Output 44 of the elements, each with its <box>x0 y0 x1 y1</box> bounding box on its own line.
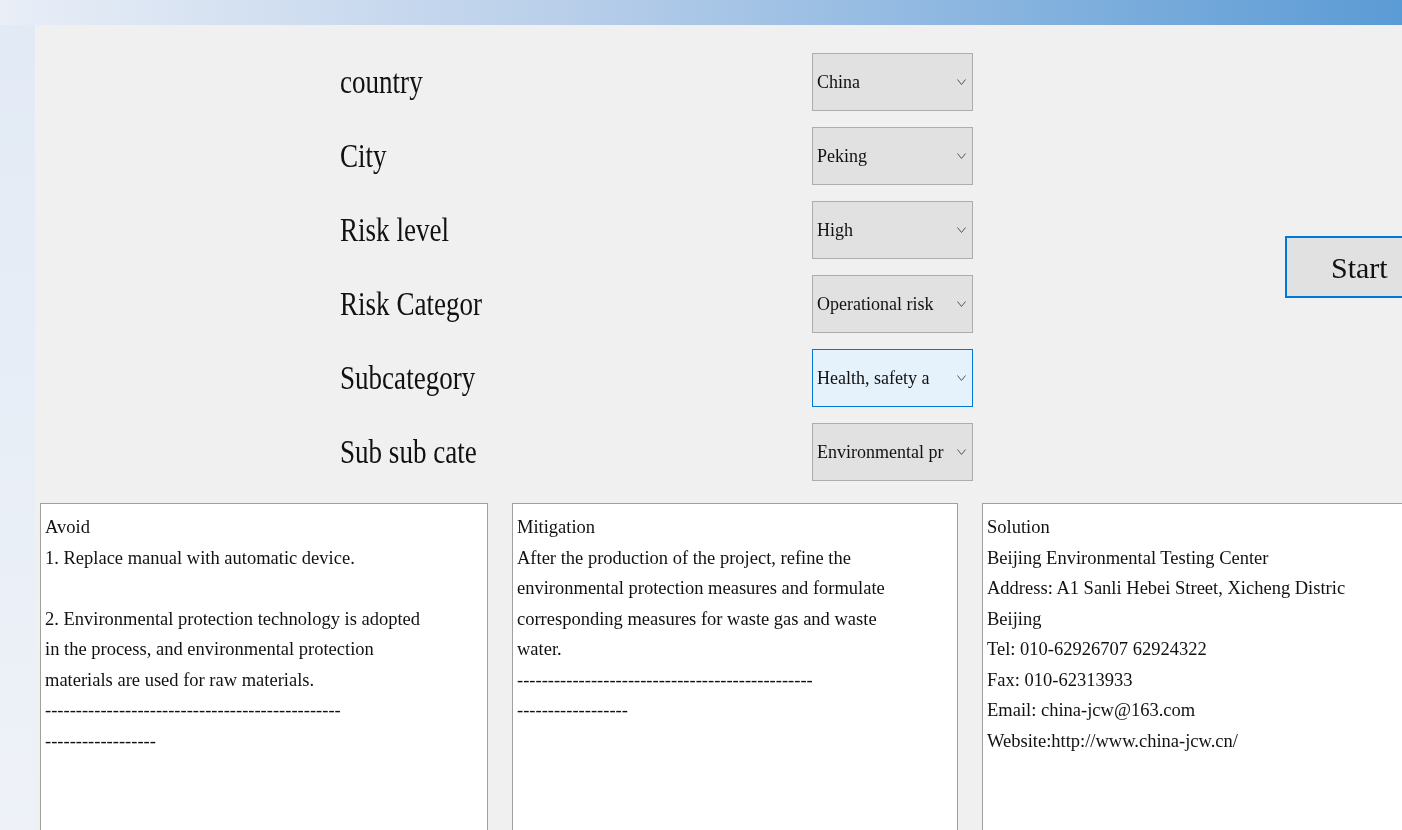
chevron-down-icon <box>957 227 966 233</box>
text-line: ------------------------------------------------ <box>517 668 813 692</box>
text-line: After the production of the project, refine the <box>517 546 851 570</box>
text-line: 1. Replace manual with automatic device. <box>45 546 355 570</box>
field-label: City <box>340 137 388 176</box>
text-area[interactable] <box>982 503 1402 830</box>
text-line: Mitigation <box>517 516 596 539</box>
text-line: in the process, and environmental protection <box>45 638 374 661</box>
dropdown[interactable]: Health, safety a <box>812 349 973 407</box>
dropdown[interactable]: High <box>812 201 973 259</box>
start-button[interactable]: Start <box>1285 236 1402 298</box>
text-line: Avoid <box>45 516 90 539</box>
text-line: materials are used for raw materials. <box>45 668 315 692</box>
dropdown[interactable]: Peking <box>812 127 973 185</box>
field-label: Sub sub cate <box>340 433 478 472</box>
dropdown[interactable]: Operational risk <box>812 275 973 333</box>
text-area[interactable] <box>40 503 488 830</box>
chevron-down-icon <box>957 449 966 455</box>
text-line: Email: china-jcw@163.com <box>987 699 1196 722</box>
text-line: ------------------------------------------------ <box>45 699 341 722</box>
text-line: ------------------ <box>517 699 628 722</box>
text-line: Tel: 010-62926707 62924322 <box>987 638 1207 661</box>
text-line: Beijing Environmental Testing Center <box>987 546 1269 570</box>
field-label: Risk Categor <box>340 285 484 324</box>
text-line: Address: A1 Sanli Hebei Street, Xicheng Distric <box>987 577 1346 600</box>
text-line: 2. Environmental protection technology is adopted <box>45 607 421 631</box>
text-line: environmental protection measures and formulate <box>517 577 885 600</box>
chevron-down-icon <box>957 375 966 381</box>
field-label: Risk level <box>340 211 450 250</box>
text-line: water. <box>517 638 562 661</box>
chevron-down-icon <box>957 153 966 159</box>
text-area[interactable] <box>512 503 958 830</box>
text-line: Beijing <box>987 607 1042 631</box>
text-line: corresponding measures for waste gas and waste <box>517 607 877 631</box>
dropdown[interactable]: China <box>812 53 973 111</box>
field-label: country <box>340 63 424 102</box>
text-line: Website:http://www.china-jcw.cn/ <box>987 729 1238 753</box>
text-line: Fax: 010-62313933 <box>987 668 1133 692</box>
dropdown[interactable]: Environmental pr <box>812 423 973 481</box>
field-label: Subcategory <box>340 359 477 398</box>
text-line: Solution <box>987 516 1050 539</box>
text-line: ------------------ <box>45 729 156 753</box>
chevron-down-icon <box>957 301 966 307</box>
chevron-down-icon <box>957 79 966 85</box>
